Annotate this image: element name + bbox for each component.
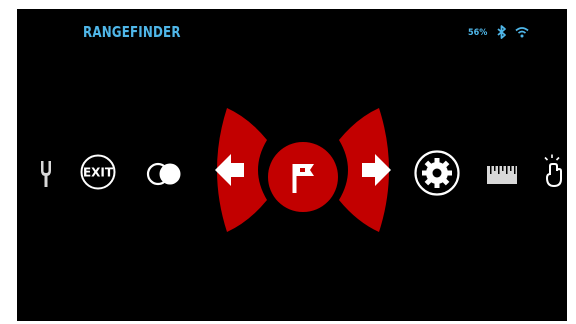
device-screen: RANGEFINDER 56% EXIT — [17, 9, 567, 321]
app-title: RANGEFINDER — [83, 23, 181, 41]
hand-tap-icon[interactable] — [544, 154, 566, 188]
exit-button[interactable]: EXIT — [80, 154, 116, 190]
left-arrow-button[interactable] — [207, 108, 267, 232]
settings-gear-icon[interactable] — [414, 150, 460, 196]
wifi-icon — [515, 26, 529, 38]
exit-icon: EXIT — [83, 166, 114, 180]
flag-button[interactable] — [267, 141, 339, 213]
battery-level: 56% — [468, 28, 488, 38]
toggle-circles-icon[interactable] — [146, 162, 182, 186]
ruler-icon[interactable] — [487, 166, 517, 184]
bluetooth-icon — [496, 25, 508, 39]
right-arrow-button[interactable] — [339, 108, 399, 232]
tuning-fork-icon[interactable] — [39, 161, 53, 187]
